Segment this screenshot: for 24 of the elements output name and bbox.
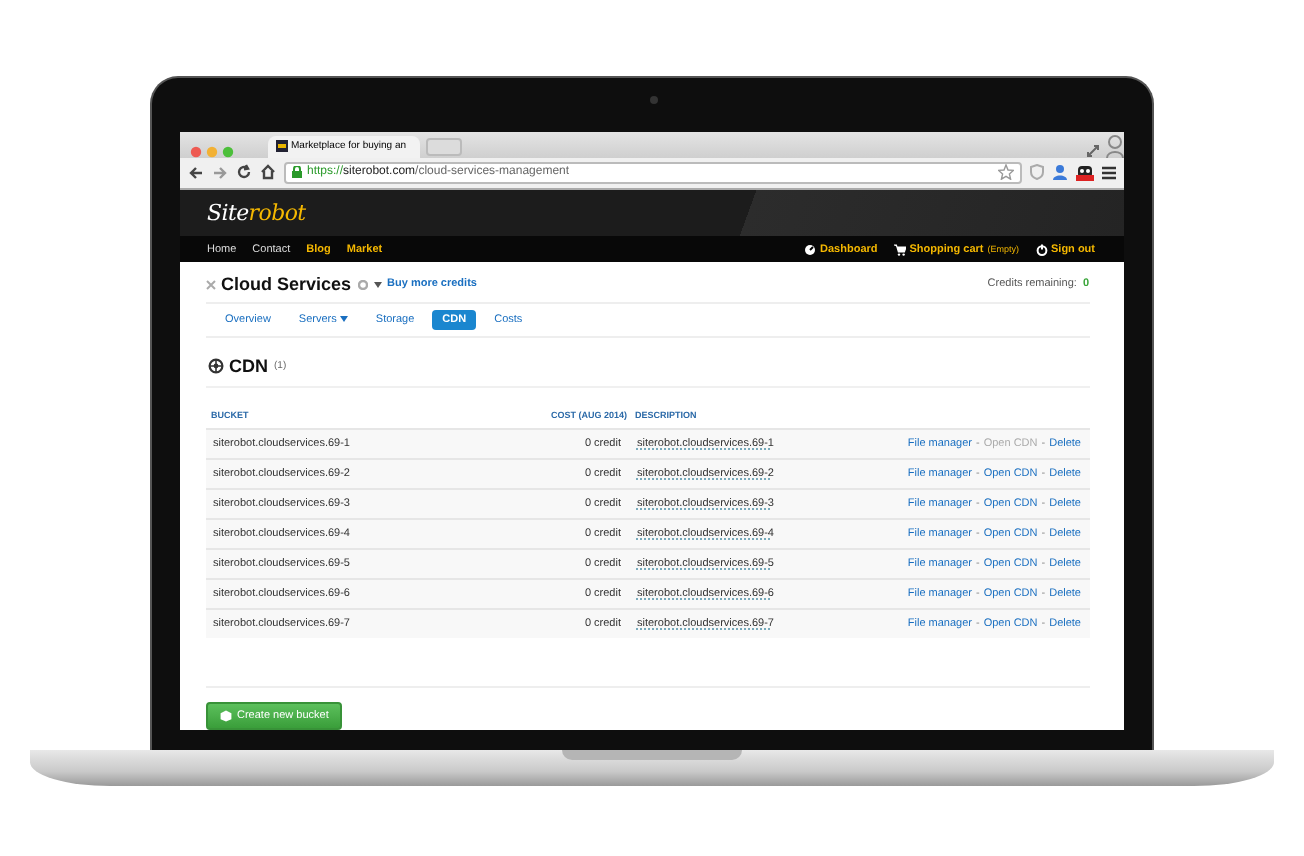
lock-icon <box>291 166 301 179</box>
window-controls-icon <box>189 145 233 158</box>
cart-icon <box>893 243 906 255</box>
favicon-icon <box>275 140 287 153</box>
close-icon[interactable] <box>205 279 215 289</box>
robot-icon[interactable] <box>1075 163 1093 182</box>
forward-icon[interactable] <box>211 165 227 180</box>
gauge-icon <box>804 243 817 255</box>
back-icon[interactable] <box>187 165 203 180</box>
caret-icon <box>339 316 348 322</box>
shield-icon[interactable] <box>1029 164 1043 181</box>
cube-icon <box>219 710 231 722</box>
user-icon[interactable] <box>1051 164 1067 181</box>
fullscreen-icon[interactable] <box>1085 143 1099 158</box>
reload-icon[interactable] <box>235 164 251 181</box>
home-icon[interactable] <box>259 164 275 181</box>
camera-icon <box>650 96 658 104</box>
caret-icon[interactable] <box>373 281 382 287</box>
star-icon[interactable] <box>997 164 1013 181</box>
menu-icon[interactable] <box>1101 165 1115 180</box>
section-title: CDN <box>229 356 268 376</box>
site-logo[interactable]: Siterobot <box>207 200 306 226</box>
page-title: Cloud Services <box>221 274 352 294</box>
power-icon <box>1035 243 1047 255</box>
